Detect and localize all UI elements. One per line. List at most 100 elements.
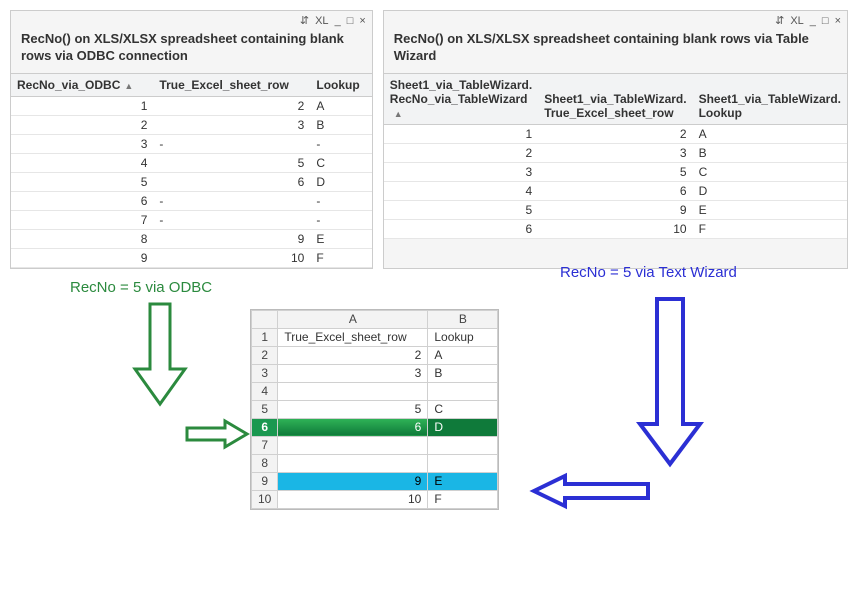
cell-recno: 6 (384, 219, 538, 238)
cell-a[interactable]: 10 (278, 490, 428, 508)
minimize-button[interactable]: _ (335, 16, 341, 27)
cell-a[interactable] (278, 436, 428, 454)
table-row[interactable]: 23B (11, 115, 372, 134)
cell-true-row: 3 (538, 143, 692, 162)
excel-row[interactable]: 55C (252, 400, 498, 418)
cell-a[interactable]: 2 (278, 346, 428, 364)
table-row[interactable]: 59E (384, 200, 847, 219)
col-header-recno[interactable]: Sheet1_via_TableWizard.RecNo_via_TableWi… (384, 73, 538, 124)
cell-b[interactable]: Lookup (428, 328, 498, 346)
row-header[interactable]: 1 (252, 328, 278, 346)
annotation-odbc-label: RecNo = 5 via ODBC (70, 279, 212, 296)
export-xl-button[interactable]: XL (315, 16, 328, 27)
cell-b[interactable] (428, 382, 498, 400)
cell-b[interactable]: A (428, 346, 498, 364)
cell-b[interactable]: D (428, 418, 498, 436)
excel-row[interactable]: 99E (252, 472, 498, 490)
col-header-lookup[interactable]: Sheet1_via_TableWizard.Lookup (693, 73, 847, 124)
cell-a[interactable]: 9 (278, 472, 428, 490)
cell-recno: 8 (11, 229, 153, 248)
excel-row[interactable]: 1010F (252, 490, 498, 508)
cell-lookup: C (310, 153, 371, 172)
maximize-button[interactable]: □ (822, 16, 829, 27)
col-header-true-row[interactable]: True_Excel_sheet_row (153, 73, 310, 96)
panel-title: RecNo() on XLS/XLSX spreadsheet containi… (384, 31, 847, 73)
cell-b[interactable]: B (428, 364, 498, 382)
table-row[interactable]: 6-- (11, 191, 372, 210)
annotation-wizard-label: RecNo = 5 via Text Wizard (560, 264, 737, 281)
cell-b[interactable]: F (428, 490, 498, 508)
excel-row[interactable]: 22A (252, 346, 498, 364)
cell-a[interactable] (278, 454, 428, 472)
sort-asc-icon: ▲ (124, 81, 133, 91)
table-row[interactable]: 7-- (11, 210, 372, 229)
table-row[interactable]: 45C (11, 153, 372, 172)
cell-recno: 5 (384, 200, 538, 219)
table-row[interactable]: 3-- (11, 134, 372, 153)
cell-a[interactable]: 6 (278, 418, 428, 436)
row-header[interactable]: 5 (252, 400, 278, 418)
arrow-left-blue-icon (530, 474, 650, 508)
cell-b[interactable] (428, 454, 498, 472)
panel-title: RecNo() on XLS/XLSX spreadsheet containi… (11, 31, 372, 73)
cell-a[interactable]: True_Excel_sheet_row (278, 328, 428, 346)
row-header[interactable]: 4 (252, 382, 278, 400)
excel-row[interactable]: 8 (252, 454, 498, 472)
col-header-true-row[interactable]: Sheet1_via_TableWizard.True_Excel_sheet_… (538, 73, 692, 124)
cell-recno: 4 (384, 181, 538, 200)
minimize-button[interactable]: _ (810, 16, 816, 27)
cell-recno: 6 (11, 191, 153, 210)
fastchange-icon[interactable]: ⇵ (775, 16, 784, 27)
excel-row[interactable]: 7 (252, 436, 498, 454)
excel-row[interactable]: 1True_Excel_sheet_rowLookup (252, 328, 498, 346)
table-row[interactable]: 35C (384, 162, 847, 181)
cell-recno: 5 (11, 172, 153, 191)
excel-row[interactable]: 4 (252, 382, 498, 400)
cell-recno: 2 (384, 143, 538, 162)
cell-true-row: 9 (538, 200, 692, 219)
col-header-b[interactable]: B (428, 310, 498, 328)
cell-true-row: 2 (153, 96, 310, 115)
table-row[interactable]: 12A (384, 124, 847, 143)
col-header-a[interactable]: A (278, 310, 428, 328)
row-header[interactable]: 8 (252, 454, 278, 472)
export-xl-button[interactable]: XL (790, 16, 803, 27)
row-header[interactable]: 10 (252, 490, 278, 508)
cell-lookup: D (310, 172, 371, 191)
cell-a[interactable] (278, 382, 428, 400)
row-header[interactable]: 7 (252, 436, 278, 454)
cell-b[interactable]: C (428, 400, 498, 418)
cell-true-row: - (153, 134, 310, 153)
cell-true-row: - (153, 191, 310, 210)
cell-lookup: A (693, 124, 847, 143)
row-header[interactable]: 2 (252, 346, 278, 364)
cell-recno: 7 (11, 210, 153, 229)
cell-recno: 2 (11, 115, 153, 134)
table-row[interactable]: 46D (384, 181, 847, 200)
table-row[interactable]: 56D (11, 172, 372, 191)
maximize-button[interactable]: □ (347, 16, 354, 27)
data-table-wizard: Sheet1_via_TableWizard.RecNo_via_TableWi… (384, 73, 847, 239)
row-header[interactable]: 6 (252, 418, 278, 436)
table-row[interactable]: 89E (11, 229, 372, 248)
close-button[interactable]: × (359, 16, 365, 27)
cell-lookup: F (693, 219, 847, 238)
col-header-lookup[interactable]: Lookup (310, 73, 371, 96)
col-header-recno[interactable]: RecNo_via_ODBC▲ (11, 73, 153, 96)
cell-a[interactable]: 3 (278, 364, 428, 382)
table-row[interactable]: 610F (384, 219, 847, 238)
cell-b[interactable] (428, 436, 498, 454)
table-row[interactable]: 12A (11, 96, 372, 115)
excel-row[interactable]: 33B (252, 364, 498, 382)
row-header[interactable]: 9 (252, 472, 278, 490)
fastchange-icon[interactable]: ⇵ (300, 16, 309, 27)
table-row[interactable]: 910F (11, 248, 372, 267)
close-button[interactable]: × (835, 16, 841, 27)
excel-row[interactable]: 66D (252, 418, 498, 436)
row-header[interactable]: 3 (252, 364, 278, 382)
table-row[interactable]: 23B (384, 143, 847, 162)
cell-a[interactable]: 5 (278, 400, 428, 418)
cell-b[interactable]: E (428, 472, 498, 490)
select-all-corner[interactable] (252, 310, 278, 328)
cell-true-row: 2 (538, 124, 692, 143)
